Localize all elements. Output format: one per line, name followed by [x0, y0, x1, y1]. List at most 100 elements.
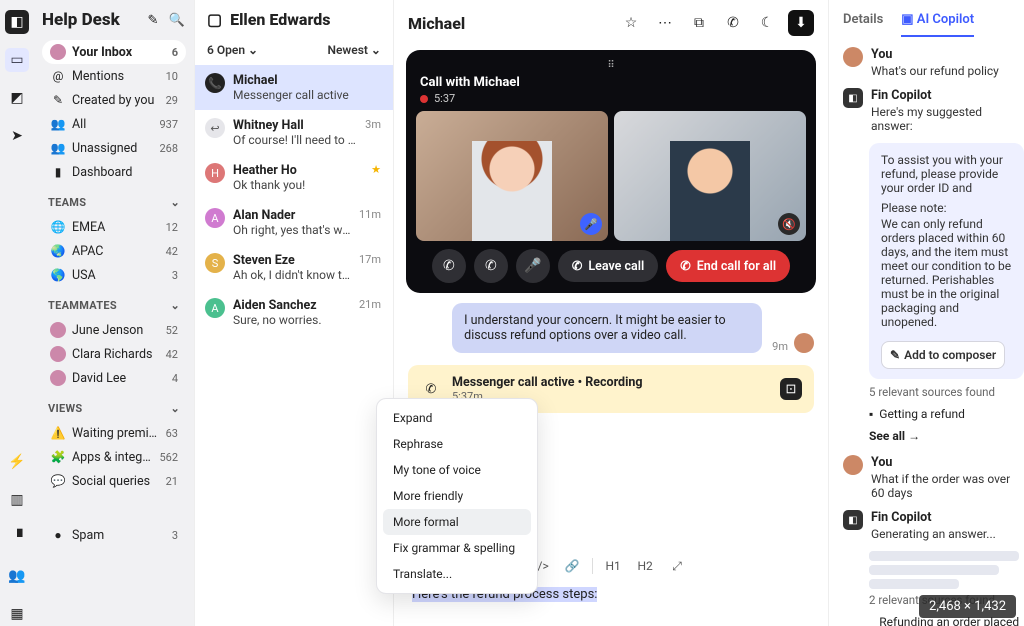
mic-off-icon[interactable]: 🔇: [778, 213, 800, 235]
send-rail-icon[interactable]: ➤: [5, 124, 29, 148]
sidebar-item-inbox[interactable]: ▮Dashboard: [42, 160, 186, 184]
dimension-badge: 2,468 × 1,432: [919, 595, 1016, 618]
conversation-item[interactable]: 📞MichaelMessenger call active: [195, 65, 393, 110]
expand-button[interactable]: ⤢: [665, 555, 689, 577]
sidebar-item-view[interactable]: ⚠️Waiting premium63: [42, 421, 186, 445]
logo-icon[interactable]: ◧: [5, 10, 29, 34]
doc-icon: ▪: [869, 622, 873, 626]
item-count: 6: [172, 46, 178, 59]
fin-icon: ◧: [843, 88, 863, 108]
h2-button[interactable]: H2: [633, 555, 657, 577]
views-section-label[interactable]: VIEWS ⌄: [48, 402, 180, 415]
conversation-item[interactable]: SSteven EzeAh ok, I didn't know that...1…: [195, 245, 393, 290]
compose-icon[interactable]: ✎: [144, 11, 162, 29]
add-call-button[interactable]: ✆: [432, 249, 466, 283]
sidebar-item-inbox[interactable]: 👥Unassigned268: [42, 136, 186, 160]
star-icon[interactable]: ☆: [618, 10, 644, 36]
rail-icon-2[interactable]: ◩: [5, 86, 29, 110]
skeleton-line: [869, 551, 1019, 561]
banner-action-icon[interactable]: ⊡: [780, 378, 802, 400]
conversation-item[interactable]: HHeather HoOk thank you!★: [195, 155, 393, 200]
inbox-rail-icon[interactable]: ▭: [5, 48, 29, 72]
item-count: 562: [159, 451, 178, 464]
conversation-item[interactable]: AAlan NaderOh right, yes that's work...1…: [195, 200, 393, 245]
context-menu-item[interactable]: Rephrase: [383, 431, 531, 457]
item-label: David Lee: [72, 371, 166, 386]
video-tile-remote[interactable]: 🔇: [614, 111, 806, 241]
sidebar-item-team[interactable]: 🌐EMEA12: [42, 215, 186, 239]
panel-icon[interactable]: ▢: [207, 10, 222, 29]
tab-ai-copilot[interactable]: ▣ AI Copilot: [901, 12, 974, 37]
open-filter[interactable]: 6 Open ⌄: [207, 43, 258, 57]
chevron-down-icon: ⌄: [170, 402, 180, 415]
context-menu-item[interactable]: Expand: [383, 405, 531, 431]
moon-icon[interactable]: ☾: [754, 10, 780, 36]
sidebar-item-teammate[interactable]: Clara Richards42: [42, 342, 186, 366]
sidebar-item-inbox[interactable]: ✎Created by you29: [42, 88, 186, 112]
people-rail-icon[interactable]: 👥: [5, 564, 29, 588]
sidebar-item-teammate[interactable]: David Lee4: [42, 366, 186, 390]
sidebar-item-teammate[interactable]: June Jenson52: [42, 318, 186, 342]
mic-on-icon[interactable]: 🎤: [580, 213, 602, 235]
record-dot-icon: [420, 95, 428, 103]
phone-icon[interactable]: ✆: [720, 10, 746, 36]
context-menu-item[interactable]: My tone of voice: [383, 457, 531, 483]
chart-rail-icon[interactable]: ▝: [5, 526, 29, 550]
transfer-button[interactable]: ✆: [474, 249, 508, 283]
item-count: 63: [166, 427, 178, 440]
book-rail-icon[interactable]: ▥: [5, 488, 29, 512]
sidebar-item-team[interactable]: 🌏APAC42: [42, 239, 186, 263]
compose-icon: ✎: [890, 348, 900, 362]
add-to-composer-button[interactable]: ✎ Add to composer: [881, 341, 1005, 369]
convlist-filters: 6 Open ⌄ Newest ⌄: [195, 39, 393, 65]
sidebar-title: Help Desk: [42, 10, 138, 30]
sidebar-item-view[interactable]: 💬Social queries21: [42, 469, 186, 493]
apps-rail-icon[interactable]: ▦: [5, 602, 29, 626]
sidebar-item-inbox[interactable]: Your Inbox6: [42, 40, 186, 64]
sort-filter[interactable]: Newest ⌄: [327, 43, 381, 57]
leave-call-button[interactable]: ✆ Leave call: [558, 250, 658, 282]
video-grid: 🎤 🔇: [414, 111, 808, 241]
source-item[interactable]: ▪ Getting a refund: [843, 403, 1024, 425]
item-count: 42: [166, 245, 178, 258]
item-count: 3: [172, 269, 178, 282]
item-count: 21: [166, 475, 178, 488]
teams-section-label[interactable]: TEAMS ⌄: [48, 196, 180, 209]
end-call-button[interactable]: ✆ End call for all: [666, 250, 790, 282]
tab-details[interactable]: Details: [843, 12, 883, 37]
h1-button[interactable]: H1: [601, 555, 625, 577]
item-label: Created by you: [72, 93, 160, 108]
conv-name: Aiden Sanchez: [233, 298, 351, 313]
snooze-icon[interactable]: ⧉: [686, 10, 712, 36]
search-icon[interactable]: 🔍: [168, 11, 186, 29]
conv-snippet: Sure, no worries.: [233, 313, 351, 327]
sidebar-item-team[interactable]: 🌎USA3: [42, 263, 186, 287]
teammates-section-label[interactable]: TEAMMATES ⌄: [48, 299, 180, 312]
conversation-item[interactable]: AAiden SanchezSure, no worries.21m: [195, 290, 393, 335]
copilot-body: You What's our refund policy ◧ Fin Copil…: [829, 37, 1024, 626]
sidebar-item-inbox[interactable]: @Mentions10: [42, 64, 186, 88]
see-all-sources[interactable]: See all →: [843, 425, 1024, 455]
link-button[interactable]: 🔗: [560, 555, 584, 577]
item-label: June Jenson: [72, 323, 160, 338]
video-tile-local[interactable]: 🎤: [416, 111, 608, 241]
item-icon: ✎: [50, 92, 66, 108]
context-menu-item[interactable]: Translate...: [383, 561, 531, 587]
more-icon[interactable]: ⋯: [652, 10, 678, 36]
context-menu-item[interactable]: More formal: [383, 509, 531, 535]
bolt-rail-icon[interactable]: ⚡: [5, 450, 29, 474]
drag-handle-icon[interactable]: ⠿: [414, 58, 808, 73]
conversation-item[interactable]: ↩Whitney HallOf course! I'll need to co.…: [195, 110, 393, 155]
sidebar-item-inbox[interactable]: 👥All937: [42, 112, 186, 136]
copilot-answer-card: To assist you with your refund, please p…: [869, 143, 1024, 379]
context-menu-item[interactable]: More friendly: [383, 483, 531, 509]
mute-button[interactable]: 🎤: [516, 249, 550, 283]
sidebar-item-spam[interactable]: ● Spam 3: [42, 523, 186, 547]
context-menu-item[interactable]: Fix grammar & spelling: [383, 535, 531, 561]
copilot-bot-msg: ◧ Fin Copilot Here's my suggested answer…: [843, 88, 1024, 133]
item-icon: 💬: [50, 473, 66, 489]
conv-avatar: S: [205, 253, 225, 273]
sidebar-item-view[interactable]: 🧩Apps & integrations562: [42, 445, 186, 469]
assign-icon[interactable]: ⬇: [788, 10, 814, 36]
conv-name: Alan Nader: [233, 208, 351, 223]
